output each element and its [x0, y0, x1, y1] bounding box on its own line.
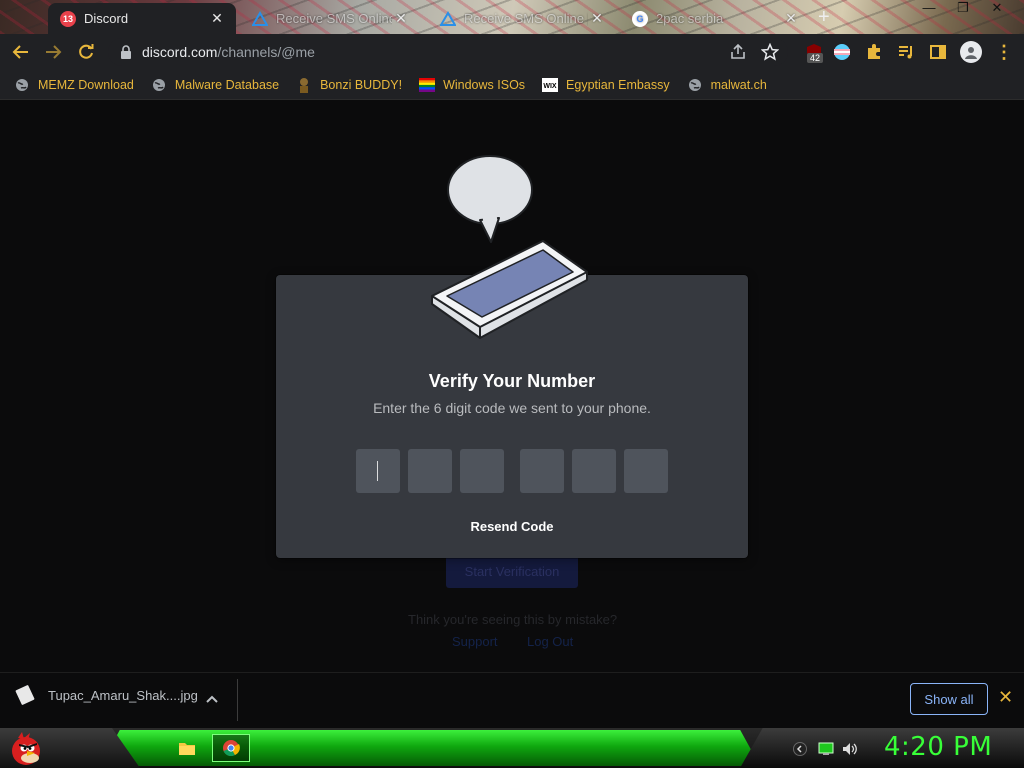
phone-speech-bubble-icon	[431, 155, 588, 339]
svg-text:WIX: WIX	[543, 83, 557, 90]
code-digit-1-input[interactable]	[356, 449, 400, 493]
close-tab-icon[interactable]: ✕	[588, 10, 606, 27]
chrome-taskbar-icon[interactable]	[212, 734, 250, 762]
bookmark-label: Malware Database	[174, 77, 280, 92]
log-out-link[interactable]: Log Out	[527, 634, 573, 649]
close-tab-icon[interactable]: ✕	[392, 10, 410, 27]
file-icon	[15, 684, 35, 706]
download-shelf: Tupac_Amaru_Shak....jpg Show all ✕	[0, 672, 1024, 728]
file-explorer-icon[interactable]	[172, 734, 202, 762]
tab-2pac-serbia[interactable]: G 2pac serbia ✕	[620, 3, 810, 34]
chevron-up-icon[interactable]	[206, 691, 218, 706]
side-panel-icon[interactable]	[928, 42, 948, 62]
globe-icon	[14, 77, 30, 93]
tray-chevron-icon[interactable]	[792, 741, 808, 757]
triangle-favicon-icon	[440, 10, 456, 27]
media-control-icon[interactable]	[896, 42, 916, 62]
browser-toolbar: discord.com/channels/@me 42 ⋮	[0, 34, 1024, 70]
divider	[237, 679, 238, 721]
network-icon[interactable]	[818, 741, 834, 757]
tab-title: 2pac serbia	[656, 11, 724, 26]
bookmark-windows-isos[interactable]: Windows ISOs	[419, 77, 525, 93]
mistake-text: Think you're seeing this by mistake?	[408, 612, 618, 627]
bookmark-malware-database[interactable]: Malware Database	[151, 77, 279, 93]
ublock-icon[interactable]: 42	[804, 42, 824, 63]
lock-icon[interactable]	[120, 45, 132, 59]
minimize-icon[interactable]: —	[912, 0, 946, 18]
share-icon[interactable]	[728, 42, 748, 62]
tab-title: Receive SMS Online	[276, 11, 392, 26]
bookmark-memz-download[interactable]: MEMZ Download	[14, 77, 134, 93]
download-file-name: Tupac_Amaru_Shak....jpg	[48, 687, 198, 703]
taskbar: 4:20 PM	[0, 728, 1024, 768]
close-window-icon[interactable]: ✕	[980, 0, 1014, 18]
resend-code-button[interactable]: Resend Code	[276, 519, 748, 534]
maximize-icon[interactable]: ❐	[946, 0, 980, 18]
extensions-puzzle-icon[interactable]	[864, 42, 884, 62]
code-digit-4-input[interactable]	[520, 449, 564, 493]
close-shelf-icon[interactable]: ✕	[998, 687, 1013, 708]
menu-dots-icon[interactable]: ⋮	[994, 42, 1014, 62]
bookmark-star-icon[interactable]	[760, 42, 780, 62]
code-digit-3-input[interactable]	[460, 449, 504, 493]
bookmark-egyptian-embassy[interactable]: WIX Egyptian Embassy	[542, 77, 670, 93]
tab-title: Discord	[84, 11, 129, 26]
bonzi-icon	[296, 77, 312, 93]
download-item[interactable]: Tupac_Amaru_Shak....jpg	[15, 684, 198, 706]
trans-flag-extension-icon[interactable]	[832, 42, 852, 62]
discord-favicon-icon: 13	[60, 10, 76, 27]
bookmark-label: Egyptian Embassy	[566, 77, 670, 92]
modal-subtitle: Enter the 6 digit code we sent to your p…	[373, 400, 651, 416]
bookmark-malwatch[interactable]: malwat.ch	[687, 77, 767, 93]
modal-title: Verify Your Number	[428, 371, 596, 391]
triangle-favicon-icon	[252, 10, 268, 27]
globe-icon	[151, 77, 167, 93]
tab-discord[interactable]: 13 Discord ✕	[48, 3, 236, 34]
globe-icon	[687, 77, 703, 93]
tab-receive-sms-2[interactable]: Receive SMS Online | ✕	[428, 3, 616, 34]
google-favicon-icon: G	[632, 10, 648, 27]
bookmark-label: MEMZ Download	[38, 77, 134, 92]
profile-avatar-icon[interactable]	[960, 41, 982, 63]
angry-bird-start-icon[interactable]	[8, 730, 44, 766]
rainbow-flag-icon	[419, 77, 436, 93]
url-domain: discord.com	[142, 44, 218, 60]
support-link[interactable]: Support	[452, 634, 498, 649]
ublock-badge: 42	[807, 53, 824, 63]
discord-page: Start Verification Think you're seeing t…	[0, 100, 1024, 672]
forward-icon[interactable]	[41, 40, 65, 64]
tab-strip: 13 Discord ✕ Receive SMS Online ✕ Receiv…	[0, 0, 1024, 34]
bookmark-label: Windows ISOs	[443, 77, 526, 92]
back-icon[interactable]	[9, 40, 33, 64]
close-tab-icon[interactable]: ✕	[208, 10, 226, 27]
taskbar-clock[interactable]: 4:20 PM	[884, 732, 992, 762]
code-digit-5-input[interactable]	[572, 449, 616, 493]
close-tab-icon[interactable]: ✕	[782, 10, 800, 27]
reload-icon[interactable]	[74, 40, 98, 64]
url-text[interactable]: discord.com/channels/@me	[142, 44, 315, 60]
code-digit-2-input[interactable]	[408, 449, 452, 493]
bookmarks-bar: MEMZ Download Malware Database Bonzi BUD…	[0, 70, 1024, 100]
code-digit-6-input[interactable]	[624, 449, 668, 493]
start-verification-button[interactable]: Start Verification	[446, 554, 578, 588]
bookmark-bonzi-buddy[interactable]: Bonzi BUDDY!	[296, 77, 402, 93]
tab-title: Receive SMS Online |	[464, 11, 588, 26]
address-bar[interactable]: discord.com/channels/@me	[108, 38, 788, 66]
tab-receive-sms-1[interactable]: Receive SMS Online ✕	[240, 3, 420, 34]
bookmark-label: malwat.ch	[710, 77, 767, 92]
wix-icon: WIX	[542, 77, 559, 93]
bookmark-label: Bonzi BUDDY!	[320, 77, 403, 92]
url-path: /channels/@me	[217, 44, 315, 60]
show-all-button[interactable]: Show all	[910, 683, 988, 715]
new-tab-icon[interactable]: +	[818, 6, 830, 29]
volume-icon[interactable]	[842, 741, 858, 757]
